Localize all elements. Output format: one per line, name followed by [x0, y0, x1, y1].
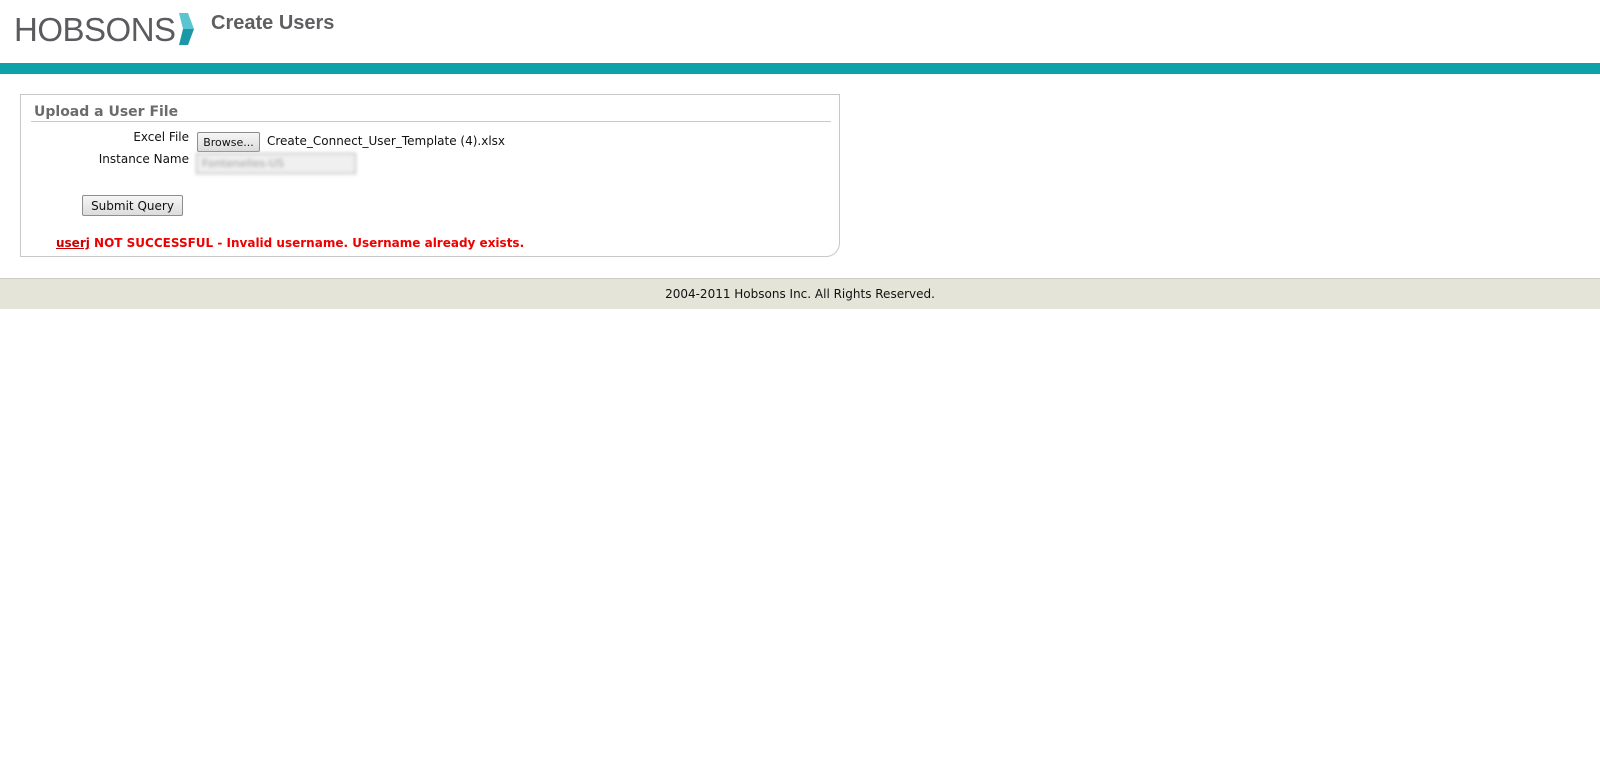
page-title: Create Users	[211, 12, 335, 34]
error-message-text: NOT SUCCESSFUL - Invalid username. Usern…	[89, 236, 525, 250]
hobsons-logo: HOBSONS	[14, 11, 195, 47]
error-username-link[interactable]: userj	[56, 236, 90, 250]
error-message: userj NOT SUCCESSFUL - Invalid username.…	[56, 236, 524, 250]
copyright-text: 2004-2011 Hobsons Inc. All Rights Reserv…	[665, 287, 935, 301]
excel-file-label: Excel File	[133, 130, 189, 144]
panel-divider	[31, 121, 831, 122]
page-header: HOBSONS Create Users	[0, 0, 1600, 62]
browse-button[interactable]: Browse...	[197, 132, 260, 152]
header-accent-bar	[0, 63, 1600, 74]
page-footer: 2004-2011 Hobsons Inc. All Rights Reserv…	[0, 278, 1600, 309]
panel-title: Upload a User File	[34, 104, 179, 120]
logo-chevron-icon	[178, 13, 194, 45]
instance-name-input[interactable]	[196, 153, 356, 174]
submit-query-button[interactable]: Submit Query	[82, 195, 183, 216]
upload-user-file-panel: Upload a User File Excel File Browse... …	[20, 94, 840, 257]
logo-text: HOBSONS	[14, 10, 176, 48]
selected-file-name: Create_Connect_User_Template (4).xlsx	[267, 134, 506, 148]
instance-name-label: Instance Name	[98, 152, 189, 166]
